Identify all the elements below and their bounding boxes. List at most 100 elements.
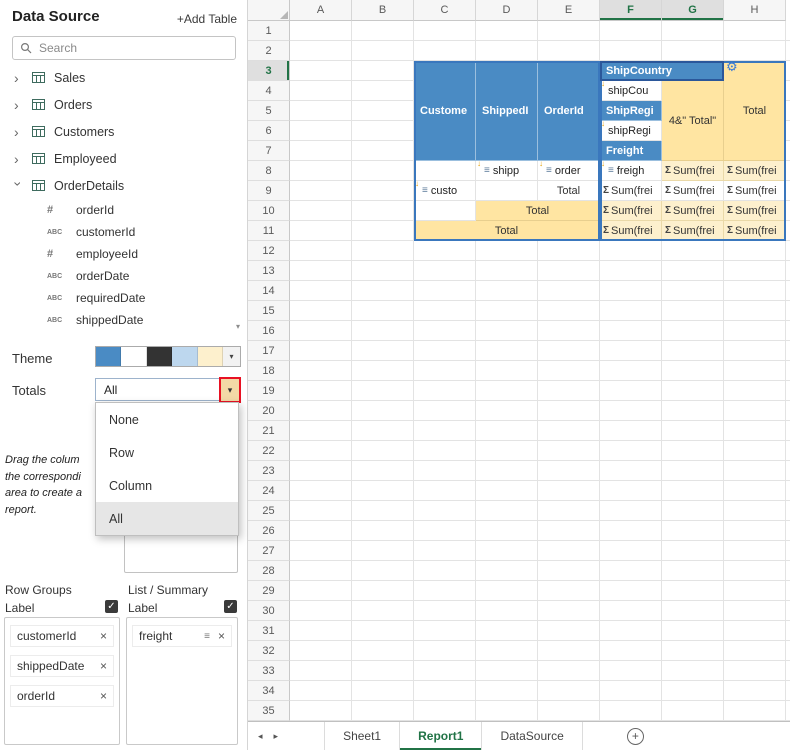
row-header-3[interactable]: 3: [248, 61, 290, 81]
expand-chevron-icon[interactable]: ›: [14, 73, 23, 83]
sheet-tab-report1[interactable]: Report1: [400, 722, 482, 750]
cell-C3[interactable]: Custome: [414, 61, 476, 161]
row-groups-drop-box[interactable]: customerId×shippedDate×orderId×: [4, 617, 120, 745]
cell-F4[interactable]: ↓shipCou: [600, 81, 662, 101]
row-header-20[interactable]: 20: [248, 401, 290, 421]
field-orderdate[interactable]: ABCorderDate: [0, 265, 248, 287]
field-shippeddate[interactable]: ABCshippedDate: [0, 309, 248, 331]
theme-swatch-2[interactable]: [147, 347, 172, 366]
row-header-34[interactable]: 34: [248, 681, 290, 701]
row-header-11[interactable]: 11: [248, 221, 290, 241]
theme-swatch-3[interactable]: [172, 347, 197, 366]
row-groups-label-checkbox[interactable]: ✓: [105, 600, 118, 613]
cell-F6[interactable]: ↓shipRegi: [600, 121, 662, 141]
cell-E8[interactable]: ↓≡order: [538, 161, 600, 181]
cell-G8[interactable]: ΣSum(frei: [662, 161, 724, 181]
cell-F3[interactable]: ShipCountry: [600, 61, 724, 81]
sheet-tab-datasource[interactable]: DataSource: [482, 722, 582, 750]
totals-option-all[interactable]: All: [96, 502, 238, 535]
row-header-31[interactable]: 31: [248, 621, 290, 641]
remove-chip-icon[interactable]: ×: [100, 689, 107, 703]
totals-option-row[interactable]: Row: [96, 436, 238, 469]
column-header-f[interactable]: F: [600, 0, 662, 21]
cell-G9[interactable]: ΣSum(frei: [662, 181, 724, 201]
cell-F8[interactable]: ↓≡freigh: [600, 161, 662, 181]
row-header-6[interactable]: 6: [248, 121, 290, 141]
expand-chevron-icon[interactable]: ›: [14, 127, 23, 137]
row-header-25[interactable]: 25: [248, 501, 290, 521]
theme-swatch-4[interactable]: [198, 347, 223, 366]
add-sheet-button[interactable]: +: [627, 728, 644, 745]
row-header-17[interactable]: 17: [248, 341, 290, 361]
cell-H8[interactable]: ΣSum(frei: [724, 161, 786, 181]
row-header-4[interactable]: 4: [248, 81, 290, 101]
cell-C8[interactable]: [414, 161, 476, 181]
cell-G10[interactable]: ΣSum(frei: [662, 201, 724, 221]
cell-G11[interactable]: ΣSum(frei: [662, 221, 724, 241]
row-header-24[interactable]: 24: [248, 481, 290, 501]
nav-left-icon[interactable]: ◂: [258, 731, 263, 742]
theme-swatch-1[interactable]: [121, 347, 146, 366]
column-header-h[interactable]: H: [724, 0, 786, 21]
list-summary-drop-box[interactable]: freight≡×: [126, 617, 238, 745]
row-header-32[interactable]: 32: [248, 641, 290, 661]
row-header-13[interactable]: 13: [248, 261, 290, 281]
theme-picker[interactable]: ▾: [95, 346, 241, 367]
list-summary-label-checkbox[interactable]: ✓: [224, 600, 237, 613]
chip-shippeddate[interactable]: shippedDate×: [10, 655, 114, 677]
row-header-2[interactable]: 2: [248, 41, 290, 61]
cell-F9[interactable]: ΣSum(frei: [600, 181, 662, 201]
row-header-22[interactable]: 22: [248, 441, 290, 461]
row-header-7[interactable]: 7: [248, 141, 290, 161]
remove-chip-icon[interactable]: ×: [100, 659, 107, 673]
theme-swatch-0[interactable]: [96, 347, 121, 366]
cell-F10[interactable]: ΣSum(frei: [600, 201, 662, 221]
row-header-27[interactable]: 27: [248, 541, 290, 561]
cell-D10[interactable]: Total: [476, 201, 600, 221]
row-header-21[interactable]: 21: [248, 421, 290, 441]
column-header-b[interactable]: B: [352, 0, 414, 21]
cell-F5[interactable]: ShipRegi: [600, 101, 662, 121]
chip-freight[interactable]: freight≡×: [132, 625, 232, 647]
row-header-26[interactable]: 26: [248, 521, 290, 541]
cell-C11[interactable]: Total: [414, 221, 600, 241]
row-header-1[interactable]: 1: [248, 21, 290, 41]
expand-chevron-icon[interactable]: ›: [14, 100, 23, 110]
row-header-29[interactable]: 29: [248, 581, 290, 601]
row-header-35[interactable]: 35: [248, 701, 290, 721]
cell-E9[interactable]: Total: [538, 181, 600, 201]
cell-G4[interactable]: 4&" Total": [662, 81, 724, 161]
sidebar-table-orders[interactable]: ›Orders: [0, 91, 248, 118]
theme-dropdown-arrow-icon[interactable]: ▾: [223, 347, 240, 366]
row-header-8[interactable]: 8: [248, 161, 290, 181]
row-header-30[interactable]: 30: [248, 601, 290, 621]
row-header-33[interactable]: 33: [248, 661, 290, 681]
select-all-corner[interactable]: [248, 0, 290, 21]
tree-scroll-down-icon[interactable]: ▾: [236, 322, 240, 331]
cell-F11[interactable]: ΣSum(frei: [600, 221, 662, 241]
field-requireddate[interactable]: ABCrequiredDate: [0, 287, 248, 309]
row-header-16[interactable]: 16: [248, 321, 290, 341]
remove-chip-icon[interactable]: ×: [218, 629, 225, 643]
column-header-d[interactable]: D: [476, 0, 538, 21]
chip-orderid[interactable]: orderId×: [10, 685, 114, 707]
totals-dropdown[interactable]: All ▾: [95, 378, 241, 401]
search-input[interactable]: [39, 41, 228, 55]
totals-option-none[interactable]: None: [96, 403, 238, 436]
search-box[interactable]: [12, 36, 236, 60]
expand-chevron-icon[interactable]: ›: [14, 154, 23, 164]
row-header-14[interactable]: 14: [248, 281, 290, 301]
totals-dropdown-arrow-icon[interactable]: ▾: [219, 377, 241, 403]
cell-F7[interactable]: Freight: [600, 141, 662, 161]
cell-E3[interactable]: OrderId: [538, 61, 600, 161]
cell-D8[interactable]: ↓≡shipp: [476, 161, 538, 181]
cell-settings-gear-icon[interactable]: ⚙: [726, 60, 738, 73]
cell-H11[interactable]: ΣSum(frei: [724, 221, 786, 241]
column-header-c[interactable]: C: [414, 0, 476, 21]
row-header-23[interactable]: 23: [248, 461, 290, 481]
column-header-a[interactable]: A: [290, 0, 352, 21]
cell-H3[interactable]: Total: [724, 61, 786, 161]
cell-H10[interactable]: ΣSum(frei: [724, 201, 786, 221]
cell-D9[interactable]: [476, 181, 538, 201]
row-header-10[interactable]: 10: [248, 201, 290, 221]
